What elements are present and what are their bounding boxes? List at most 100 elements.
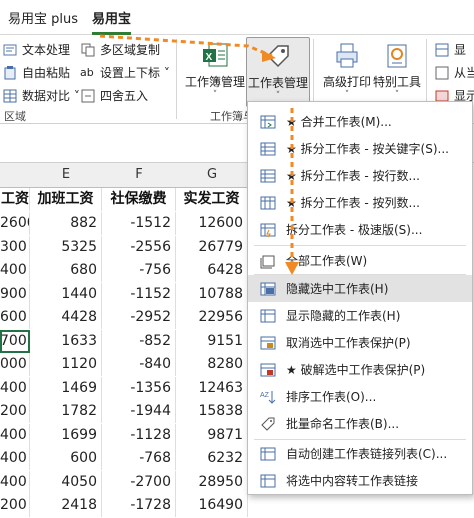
table-cell[interactable]: 400 bbox=[0, 423, 30, 447]
menu-item-split-fast[interactable]: 拆分工作表 - 极速版(S)... bbox=[248, 216, 472, 243]
menu-item-split-by-rows[interactable]: ★ 拆分工作表 - 按行数... bbox=[248, 162, 472, 189]
table-cell[interactable]: 2418 bbox=[30, 494, 102, 517]
tab-yiyongbao-plus[interactable]: 易用宝 plus bbox=[8, 8, 78, 27]
table-cell[interactable]: 882 bbox=[30, 212, 102, 235]
table-cell[interactable]: 900 bbox=[0, 282, 30, 306]
table-cell[interactable]: -1128 bbox=[102, 423, 176, 447]
compare-button[interactable]: 数据对比 ˅ bbox=[2, 87, 80, 104]
table-cell[interactable]: 9871 bbox=[176, 423, 248, 447]
sheet-tag-icon bbox=[266, 45, 289, 68]
from-current-button[interactable]: 从当 bbox=[434, 64, 474, 81]
column-header-e[interactable]: E bbox=[30, 163, 103, 188]
paste-button[interactable]: 自由粘贴 bbox=[2, 64, 70, 81]
table-cell[interactable]: -756 bbox=[102, 259, 176, 282]
tab-yiyongbao[interactable]: 易用宝 bbox=[92, 8, 132, 35]
table-cell[interactable]: 26779 bbox=[176, 235, 248, 259]
table-cell[interactable]: 300 bbox=[0, 235, 30, 259]
menu-item-label: 将选中内容转工作表链接 bbox=[286, 474, 419, 488]
table-cell[interactable]: 10788 bbox=[176, 282, 248, 306]
table-cell[interactable]: 22956 bbox=[176, 306, 248, 329]
special-tools-button[interactable]: 特别工具 ˅ bbox=[366, 37, 428, 105]
menu-item-split-by-cols[interactable]: ★ 拆分工作表 - 按列数... bbox=[248, 189, 472, 216]
table-cell[interactable]: 200 bbox=[0, 400, 30, 423]
menu-item-to-link[interactable]: 将选中内容转工作表链接 bbox=[248, 467, 472, 494]
menu-item-rename-sheets[interactable]: 批量命名工作表(B)... bbox=[248, 410, 472, 437]
text-process-button[interactable]: 文本处理 bbox=[2, 41, 70, 58]
table-cell[interactable]: 1633 bbox=[30, 329, 102, 353]
table-cell[interactable]: 1782 bbox=[30, 400, 102, 423]
table-cell[interactable]: 600 bbox=[0, 306, 30, 329]
table-cell[interactable]: 400 bbox=[0, 376, 30, 400]
header-cell[interactable]: 社保缴费 bbox=[102, 188, 176, 211]
menu-item-show-hidden[interactable]: 显示隐藏的工作表(H) bbox=[248, 302, 472, 329]
superscript-button[interactable]: ab 设置上下标 ˅ bbox=[80, 64, 170, 81]
menu-item-sort-sheets[interactable]: AZ 排序工作表(O)... bbox=[248, 383, 472, 410]
table-cell[interactable]: 9151 bbox=[176, 329, 248, 353]
menu-item-crack-protect[interactable]: ★ 破解选中工作表保护(P) bbox=[248, 356, 472, 383]
menu-item-split-by-key[interactable]: ★ 拆分工作表 - 按关键字(S)... bbox=[248, 135, 472, 162]
column-header-g[interactable]: G bbox=[176, 163, 249, 188]
table-cell[interactable]: 1469 bbox=[30, 376, 102, 400]
advanced-print-label: 高级打印 bbox=[322, 75, 371, 89]
table-cell[interactable]: 600 bbox=[30, 447, 102, 470]
table-cell[interactable]: 2600 bbox=[0, 212, 30, 235]
table-cell[interactable]: 4050 bbox=[30, 470, 102, 494]
workbook-manager-button[interactable]: X 工作簿管理 ˅ bbox=[184, 37, 246, 105]
header-cell[interactable]: 实发工资 bbox=[176, 188, 248, 211]
table-cell[interactable]: -1152 bbox=[102, 282, 176, 306]
table-cell[interactable]: 1440 bbox=[30, 282, 102, 306]
table-cell[interactable]: 4428 bbox=[30, 306, 102, 329]
table-cell[interactable]: 15838 bbox=[176, 400, 248, 423]
merge-sheets-icon bbox=[260, 115, 276, 128]
column-header-d[interactable] bbox=[0, 163, 31, 188]
table-cell[interactable]: 6428 bbox=[176, 259, 248, 282]
header-cell[interactable]: 工资 bbox=[0, 188, 30, 211]
header-cell[interactable]: 加班工资 bbox=[30, 188, 102, 211]
column-header-f[interactable]: F bbox=[102, 163, 177, 188]
excel-workbook-icon: X bbox=[203, 43, 228, 67]
table-cell[interactable]: 700 bbox=[0, 329, 30, 353]
table-cell[interactable]: -1728 bbox=[102, 494, 176, 517]
table-cell[interactable]: -1512 bbox=[102, 212, 176, 235]
sheet-manager-button[interactable]: 工作表管理 ˅ bbox=[246, 37, 310, 107]
table-cell[interactable]: -840 bbox=[102, 353, 176, 376]
menu-item-label: ★ 拆分工作表 - 按关键字(S)... bbox=[286, 142, 449, 156]
menu-item-unprotect[interactable]: 取消选中工作表保护(P) bbox=[248, 329, 472, 356]
menu-item-label: ★ 拆分工作表 - 按列数... bbox=[286, 196, 420, 210]
table-cell[interactable]: 400 bbox=[0, 447, 30, 470]
table-cell[interactable]: 200 bbox=[0, 494, 30, 517]
table-cell[interactable]: 1699 bbox=[30, 423, 102, 447]
to-link-icon bbox=[260, 474, 276, 487]
table-cell[interactable]: 28950 bbox=[176, 470, 248, 494]
round-label: 四舍五入 bbox=[100, 89, 149, 103]
table-cell[interactable]: 16490 bbox=[176, 494, 248, 517]
round-button[interactable]: 四舍五入 bbox=[80, 87, 148, 104]
table-cell[interactable]: 1120 bbox=[30, 353, 102, 376]
table-cell[interactable]: -1944 bbox=[102, 400, 176, 423]
menu-item-hide-sheet[interactable]: 隐藏选中工作表(H) bbox=[248, 275, 472, 302]
menu-item-label: 自动创建工作表链接列表(C)... bbox=[286, 447, 448, 461]
table-cell[interactable]: 12463 bbox=[176, 376, 248, 400]
multi-copy-button[interactable]: 多区域复制 bbox=[80, 41, 160, 58]
table-cell[interactable]: 6232 bbox=[176, 447, 248, 470]
table-cell[interactable]: -2556 bbox=[102, 235, 176, 259]
menu-item-all-sheets[interactable]: 全部工作表(W) bbox=[248, 247, 472, 274]
table-cell[interactable]: 5325 bbox=[30, 235, 102, 259]
round-icon bbox=[81, 89, 95, 102]
table-cell[interactable]: 400 bbox=[0, 259, 30, 282]
menu-item-label: 取消选中工作表保护(P) bbox=[286, 336, 411, 350]
menu-item-label: 排序工作表(O)... bbox=[286, 390, 377, 404]
table-cell[interactable]: 8280 bbox=[176, 353, 248, 376]
table-cell[interactable]: 000 bbox=[0, 353, 30, 376]
table-cell[interactable]: 400 bbox=[0, 470, 30, 494]
table-cell[interactable]: -2952 bbox=[102, 306, 176, 329]
menu-item-link-list[interactable]: 自动创建工作表链接列表(C)... bbox=[248, 440, 472, 467]
menu-item-merge-sheets[interactable]: ★ 合并工作表(M)... bbox=[248, 108, 472, 135]
table-cell[interactable]: -852 bbox=[102, 329, 176, 353]
table-cell[interactable]: 12600 bbox=[176, 212, 248, 235]
table-cell[interactable]: 680 bbox=[30, 259, 102, 282]
table-cell[interactable]: -768 bbox=[102, 447, 176, 470]
show-button[interactable]: 显 bbox=[434, 41, 466, 58]
table-cell[interactable]: -2700 bbox=[102, 470, 176, 494]
table-cell[interactable]: -1356 bbox=[102, 376, 176, 400]
